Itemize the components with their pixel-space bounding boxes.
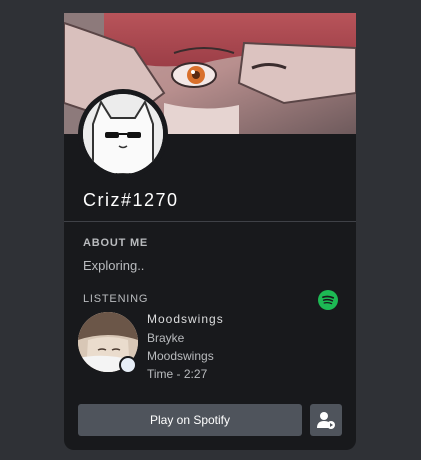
avatar-ring [78, 89, 168, 179]
spotify-icon [318, 290, 338, 310]
play-on-spotify-button[interactable]: Play on Spotify [78, 404, 302, 436]
album-badge-icon [119, 356, 137, 374]
user-profile-icon [317, 412, 335, 429]
profile-card: Criz#1270 ABOUT ME Exploring.. LISTENING… [64, 13, 356, 450]
track-album: Moodswings [147, 349, 214, 363]
view-profile-button[interactable] [310, 404, 342, 436]
avatar[interactable] [83, 94, 163, 174]
track-time: Time - 2:27 [147, 367, 208, 381]
listening-heading: LISTENING [83, 293, 149, 305]
divider [64, 221, 356, 222]
track-title: Moodswings [147, 312, 224, 326]
about-me-heading: ABOUT ME [83, 237, 149, 249]
username: Criz#1270 [83, 190, 179, 210]
about-me-text: Exploring.. [83, 258, 145, 273]
cat-avatar-image [83, 94, 163, 174]
track-artist: Brayke [147, 331, 185, 345]
